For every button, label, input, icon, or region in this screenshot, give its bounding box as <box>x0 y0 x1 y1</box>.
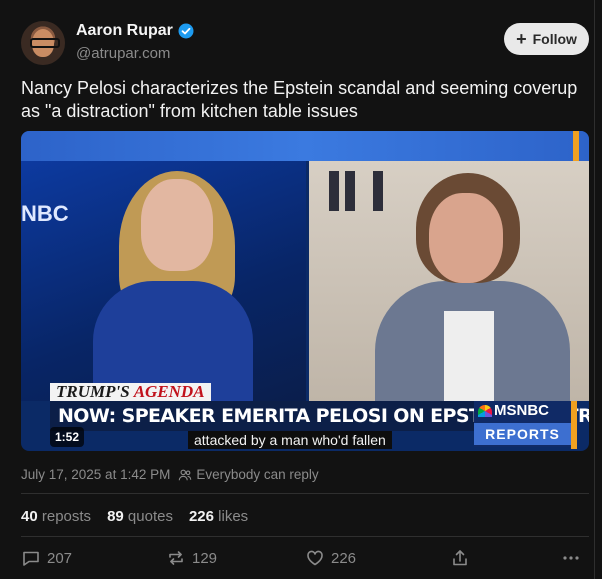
avatar-glasses <box>30 38 60 48</box>
reply-count: 207 <box>47 549 73 567</box>
divider <box>21 536 589 537</box>
lower-third: TRUMP'S AGENDA NOW: SPEAKER EMERITA PELOS… <box>21 383 589 451</box>
share-button[interactable] <box>450 548 470 568</box>
nbc-logo: NBC <box>21 201 69 226</box>
reposts-stat[interactable]: 40 reposts <box>21 508 91 525</box>
like-count: 226 <box>331 549 357 567</box>
likes-stat[interactable]: 226 likes <box>189 508 248 525</box>
like-button[interactable]: 226 <box>305 548 356 568</box>
reply-button[interactable]: 207 <box>21 548 72 568</box>
agenda-tag: TRUMP'S AGENDA <box>50 383 211 401</box>
reply-icon <box>23 551 39 566</box>
post-container: Aaron Rupar @atrupar.com + Follow Nancy … <box>0 0 595 579</box>
action-bar: 207 129 226 <box>21 548 589 574</box>
verified-badge-icon <box>178 23 194 39</box>
avatar[interactable] <box>21 21 65 65</box>
plus-icon: + <box>516 29 527 49</box>
video-top-strip <box>21 131 589 161</box>
repost-icon <box>169 551 183 565</box>
more-options-button[interactable] <box>561 548 581 568</box>
heart-icon <box>307 550 323 566</box>
post-text: Nancy Pelosi characterizes the Epstein s… <box>21 78 578 121</box>
post-stats: 40 reposts 89 quotes 226 likes <box>21 508 248 525</box>
quotes-stat[interactable]: 89 quotes <box>107 508 173 525</box>
people-icon <box>179 469 192 480</box>
video-caption: attacked by a man who'd fallen <box>188 431 392 449</box>
video-headline: NOW: SPEAKER EMERITA PELOSI ON EPSTEIN C… <box>50 401 589 431</box>
follow-label: Follow <box>532 31 577 47</box>
author-name-row: Aaron Rupar <box>76 22 194 40</box>
video-player[interactable]: NBC TRUMP'S AGENDA NOW: SPEAKER EMERITA P… <box>21 131 589 451</box>
msnbc-logo: MSNBC REPORTS <box>474 401 571 447</box>
repost-button[interactable]: 129 <box>166 548 217 568</box>
share-icon <box>453 550 467 566</box>
post-meta: July 17, 2025 at 1:42 PM Everybody can r… <box>21 467 319 482</box>
author-name[interactable]: Aaron Rupar <box>76 22 173 40</box>
video-duration: 1:52 <box>50 427 85 447</box>
post-timestamp[interactable]: July 17, 2025 at 1:42 PM <box>21 467 170 482</box>
repost-count: 129 <box>192 549 218 567</box>
reply-setting: Everybody can reply <box>196 467 319 482</box>
author-handle[interactable]: @atrupar.com <box>76 45 170 62</box>
divider <box>21 493 589 494</box>
more-dots-icon <box>563 556 579 560</box>
follow-button[interactable]: + Follow <box>504 23 589 55</box>
